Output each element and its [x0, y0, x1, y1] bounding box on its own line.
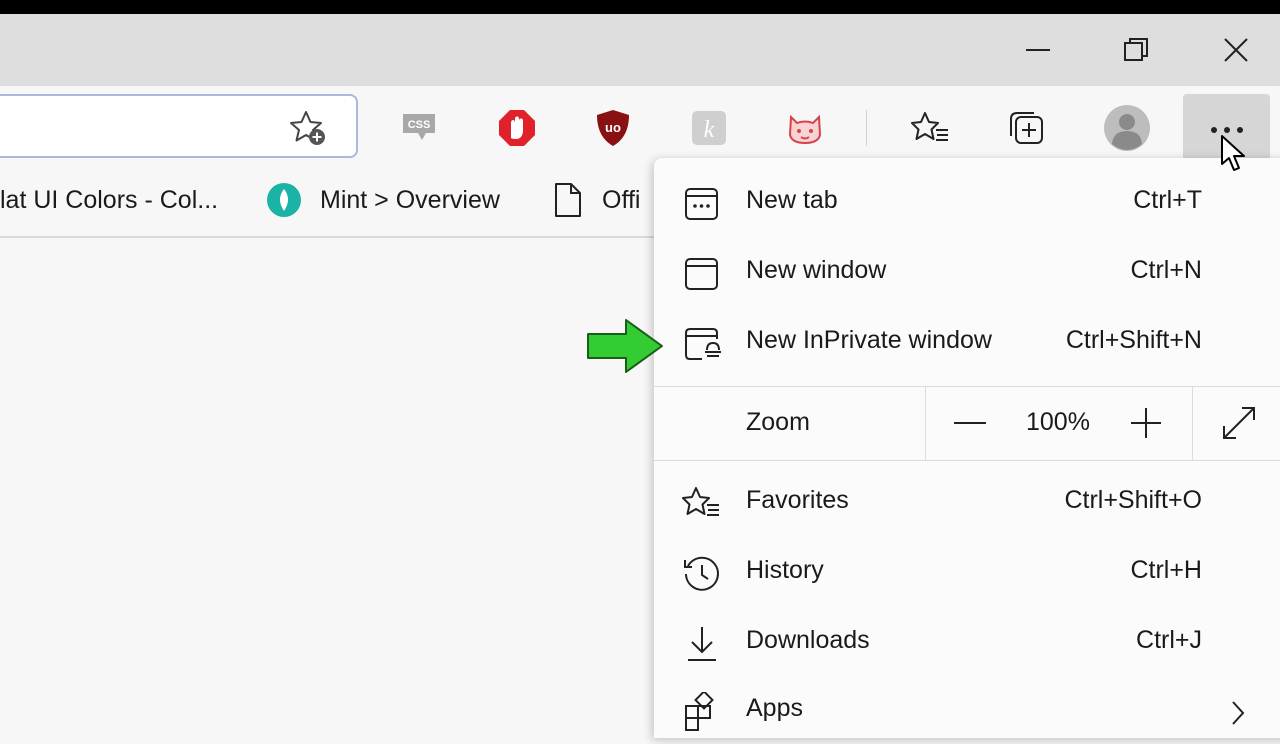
cat-extension-button[interactable]	[781, 104, 829, 152]
collections-icon	[1010, 112, 1043, 144]
menu-item-shortcut: Ctrl+H	[1130, 556, 1202, 584]
collections-button[interactable]	[1002, 104, 1050, 152]
menu-item-label: New window	[746, 256, 887, 284]
downloads-icon	[688, 627, 716, 661]
settings-menu: New tab Ctrl+T New window Ctrl+N New InP…	[654, 158, 1280, 738]
ublock-origin-icon: uo	[597, 110, 629, 146]
apps-icon	[685, 692, 714, 731]
zoom-out-button[interactable]	[944, 402, 996, 444]
k-extension-icon: k	[692, 111, 726, 145]
ublock-origin-button[interactable]: uo	[589, 104, 637, 152]
svg-text:uo: uo	[605, 120, 621, 135]
menu-item-label: New InPrivate window	[746, 326, 992, 354]
zoom-row: Zoom 100%	[654, 386, 1280, 460]
zoom-separator	[925, 386, 926, 460]
fullscreen-button[interactable]	[1216, 400, 1262, 446]
minimize-icon	[1026, 49, 1050, 51]
zoom-separator	[1192, 386, 1193, 460]
css-extension-button[interactable]: CSS	[396, 104, 444, 152]
avatar	[1104, 105, 1150, 151]
favorites-bar-item[interactable]: Mint > Overview	[266, 182, 500, 218]
close-icon	[1224, 38, 1248, 62]
favorites-bar-item[interactable]: lat UI Colors - Col...	[0, 182, 218, 218]
menu-item-apps[interactable]: Apps	[654, 680, 1280, 744]
minimize-button[interactable]	[990, 14, 1086, 86]
chevron-right-icon	[1232, 701, 1245, 725]
browser-toolbar: CSS uo k	[0, 86, 1280, 168]
favorites-icon	[682, 487, 719, 516]
add-favorite-star-icon[interactable]	[288, 110, 330, 148]
menu-item-label: Apps	[746, 694, 803, 722]
zoom-in-button[interactable]	[1120, 402, 1172, 444]
menu-item-downloads[interactable]: Downloads Ctrl+J	[654, 612, 1280, 676]
menu-item-new-window[interactable]: New window Ctrl+N	[654, 242, 1280, 306]
zoom-label: Zoom	[746, 408, 810, 436]
green-arrow-annotation	[587, 319, 663, 373]
favorites-toolbar-button[interactable]	[906, 104, 954, 152]
cat-extension-icon	[788, 114, 822, 145]
zoom-value: 100%	[1026, 408, 1090, 436]
menu-item-shortcut: Ctrl+J	[1136, 626, 1202, 654]
address-bar[interactable]	[0, 94, 358, 158]
menu-item-shortcut: Ctrl+T	[1133, 186, 1202, 214]
adblock-icon	[499, 110, 535, 146]
menu-item-favorites[interactable]: Favorites Ctrl+Shift+O	[654, 472, 1280, 536]
menu-item-new-inprivate-window[interactable]: New InPrivate window Ctrl+Shift+N	[654, 312, 1280, 376]
css-extension-icon: CSS	[403, 114, 435, 140]
menu-item-shortcut: Ctrl+N	[1130, 256, 1202, 284]
fullscreen-icon	[1223, 407, 1255, 439]
menu-item-history[interactable]: History Ctrl+H	[654, 542, 1280, 606]
favorites-list-icon	[911, 112, 948, 141]
zoom-out-icon	[954, 422, 986, 424]
history-icon	[684, 556, 719, 591]
more-horizontal-icon	[1211, 127, 1243, 133]
favorites-bar-item[interactable]: Offi	[554, 182, 640, 218]
mouse-cursor-icon	[1221, 135, 1245, 171]
close-window-button[interactable]	[1188, 14, 1280, 86]
adblock-extension-button[interactable]	[493, 104, 541, 152]
restore-icon	[1124, 38, 1148, 61]
favorites-bar-item-label: lat UI Colors - Col...	[0, 185, 219, 214]
menu-divider	[654, 460, 1280, 461]
favorites-bar-item-label: Offi	[602, 185, 641, 214]
menu-item-label: Downloads	[746, 626, 870, 654]
profile-button[interactable]	[1103, 104, 1151, 152]
restore-button[interactable]	[1088, 14, 1184, 86]
toolbar-separator	[866, 110, 867, 146]
menu-item-label: History	[746, 556, 824, 584]
k-extension-button[interactable]: k	[685, 104, 733, 152]
new-window-icon	[685, 258, 718, 290]
menu-item-label: New tab	[746, 186, 838, 214]
new-tab-icon	[685, 188, 718, 220]
svg-text:k: k	[704, 117, 715, 143]
menu-item-label: Favorites	[746, 486, 849, 514]
menu-item-shortcut: Ctrl+Shift+O	[1064, 486, 1202, 514]
zoom-in-icon	[1131, 408, 1161, 438]
menu-item-shortcut: Ctrl+Shift+N	[1065, 326, 1202, 354]
svg-text:CSS: CSS	[408, 119, 431, 131]
inprivate-icon	[685, 328, 721, 360]
favorites-bar-item-label: Mint > Overview	[320, 185, 500, 214]
screen-top-border	[0, 0, 1280, 14]
menu-item-new-tab[interactable]: New tab Ctrl+T	[654, 172, 1280, 236]
mint-icon	[267, 183, 301, 217]
document-icon	[555, 183, 581, 217]
